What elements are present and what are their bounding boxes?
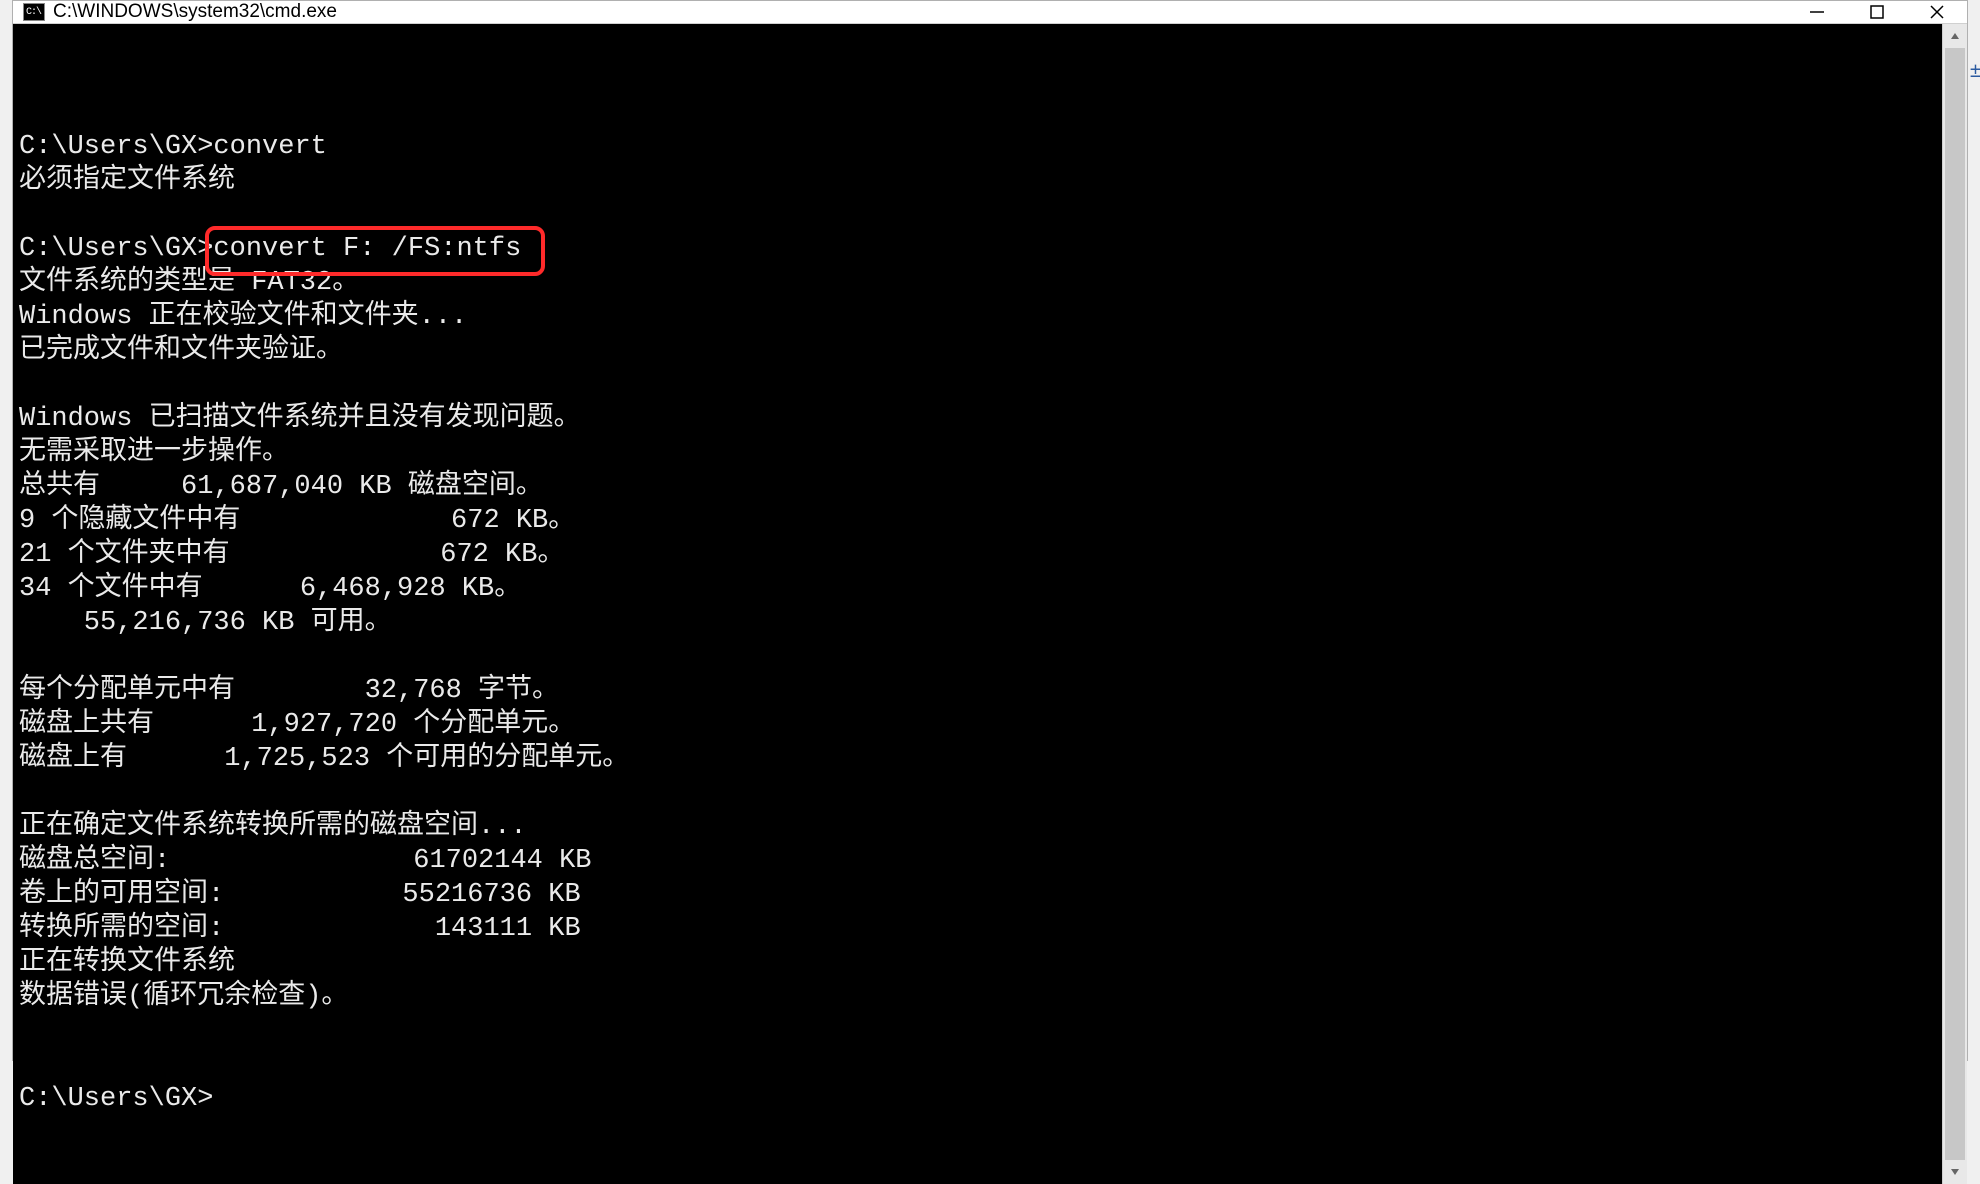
terminal-line: 34 个文件中有 6,468,928 KB。 <box>19 572 1942 606</box>
terminal-line: 正在转换文件系统 <box>19 946 1942 980</box>
terminal-line: 卷上的可用空间: 55216736 KB <box>19 878 1942 912</box>
terminal-line: 总共有 61,687,040 KB 磁盘空间。 <box>19 470 1942 504</box>
terminal-line: C:\Users\GX>convert <box>19 130 1942 164</box>
terminal-line: 每个分配单元中有 32,768 字节。 <box>19 674 1942 708</box>
close-button[interactable] <box>1907 1 1967 23</box>
terminal-line: 21 个文件夹中有 672 KB。 <box>19 538 1942 572</box>
terminal-line: 正在确定文件系统转换所需的磁盘空间... <box>19 810 1942 844</box>
terminal-output[interactable]: C:\Users\GX>convert必须指定文件系统 C:\Users\GX>… <box>13 24 1942 1184</box>
terminal-line: C:\Users\GX> <box>19 1082 1942 1116</box>
terminal-line: 数据错误(循环冗余检查)。 <box>19 980 1942 1014</box>
terminal-area: C:\Users\GX>convert必须指定文件系统 C:\Users\GX>… <box>13 24 1967 1184</box>
terminal-line <box>19 198 1942 232</box>
cmd-window: C:\ C:\WINDOWS\system32\cmd.exe C:\Users… <box>12 0 1968 1061</box>
terminal-line <box>19 776 1942 810</box>
scroll-thumb[interactable] <box>1945 48 1965 1160</box>
terminal-line: 无需采取进一步操作。 <box>19 436 1942 470</box>
background-edge-mark: ± <box>1970 60 1980 83</box>
terminal-line <box>19 368 1942 402</box>
scroll-track[interactable] <box>1943 48 1967 1160</box>
terminal-line: 9 个隐藏文件中有 672 KB。 <box>19 504 1942 538</box>
terminal-line-highlighted: C:\Users\GX>convert F: /FS:ntfs <box>19 232 1942 266</box>
terminal-line: 已完成文件和文件夹验证。 <box>19 334 1942 368</box>
maximize-button[interactable] <box>1847 1 1907 23</box>
vertical-scrollbar[interactable] <box>1942 24 1967 1184</box>
terminal-line: Windows 已扫描文件系统并且没有发现问题。 <box>19 402 1942 436</box>
scroll-up-button[interactable] <box>1943 24 1967 48</box>
minimize-button[interactable] <box>1787 1 1847 23</box>
terminal-line: 55,216,736 KB 可用。 <box>19 606 1942 640</box>
cmd-icon: C:\ <box>23 3 45 21</box>
window-controls <box>1787 1 1967 23</box>
terminal-line: 必须指定文件系统 <box>19 164 1942 198</box>
window-title: C:\WINDOWS\system32\cmd.exe <box>53 1 1787 23</box>
terminal-line: Windows 正在校验文件和文件夹... <box>19 300 1942 334</box>
terminal-line: 磁盘上共有 1,927,720 个分配单元。 <box>19 708 1942 742</box>
terminal-line <box>19 1048 1942 1082</box>
terminal-line: 磁盘总空间: 61702144 KB <box>19 844 1942 878</box>
terminal-line: 转换所需的空间: 143111 KB <box>19 912 1942 946</box>
terminal-line: 磁盘上有 1,725,523 个可用的分配单元。 <box>19 742 1942 776</box>
titlebar[interactable]: C:\ C:\WINDOWS\system32\cmd.exe <box>13 1 1967 24</box>
terminal-line: 文件系统的类型是 FAT32。 <box>19 266 1942 300</box>
terminal-line <box>19 1014 1942 1048</box>
scroll-down-button[interactable] <box>1943 1160 1967 1184</box>
terminal-line <box>19 640 1942 674</box>
